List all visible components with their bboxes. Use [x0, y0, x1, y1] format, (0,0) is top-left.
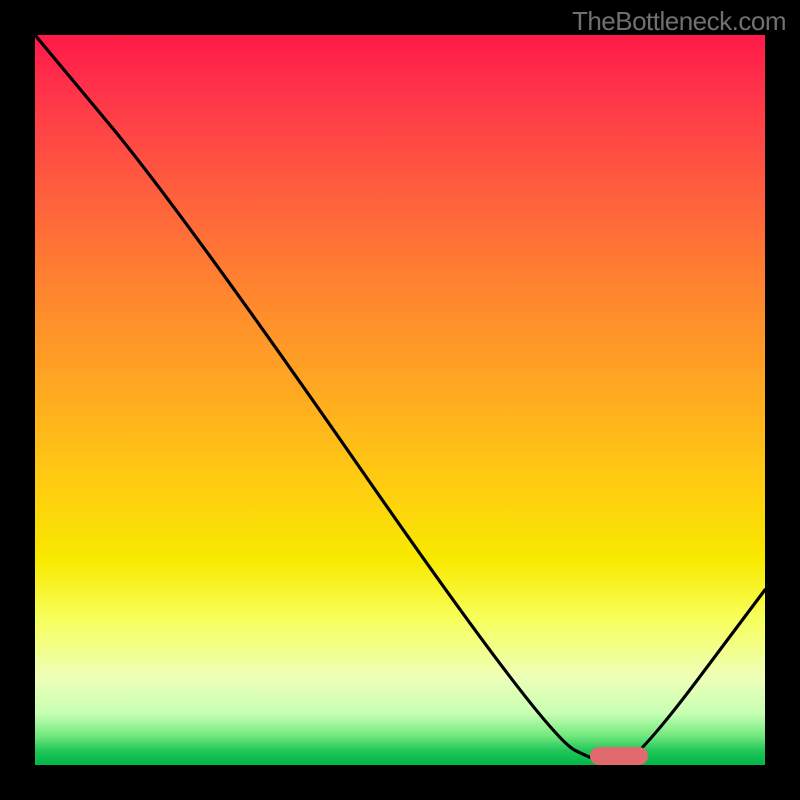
bottleneck-curve: [35, 35, 765, 765]
attribution-text: TheBottleneck.com: [572, 6, 786, 37]
optimal-range-marker: [590, 747, 648, 765]
chart-plot-area: [35, 35, 765, 765]
